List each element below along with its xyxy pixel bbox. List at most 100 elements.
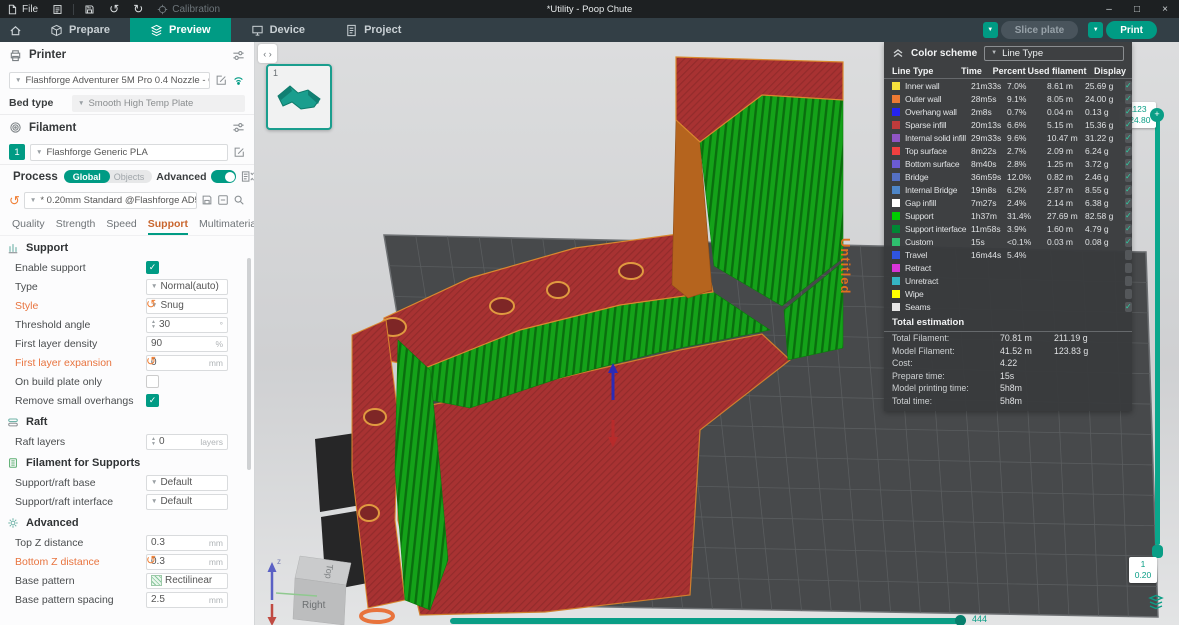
reset-process-icon[interactable]: ↺ [9,194,20,207]
tab-quality[interactable]: Quality [12,218,45,235]
display-checkbox[interactable]: ✓ [1125,132,1132,143]
setting-checkbox[interactable]: ✓ [146,394,159,407]
tab-prepare[interactable]: Prepare [30,18,130,42]
prepare-icon [51,24,62,36]
setting-spinner[interactable]: ▲ ▼ 0 layers [146,433,228,450]
setting-select[interactable]: ▼ Default [146,493,228,510]
setting-input[interactable]: 90% [146,335,228,352]
print-button[interactable]: Print [1106,21,1157,39]
display-checkbox[interactable]: ✓ [1125,236,1132,247]
display-checkbox[interactable]: ✓ [1125,210,1132,221]
slice-plate-button[interactable]: Slice plate [1000,21,1079,39]
tab-strength[interactable]: Strength [56,218,96,235]
view-mode-select[interactable]: ▼ Line Type [984,45,1124,61]
setting-checkbox[interactable]: ✓ [146,375,159,388]
setting-pattern-select[interactable]: Rectilinear [146,572,228,589]
setting-select[interactable]: ▼ Normal(auto) [146,278,228,295]
edit-printer-icon[interactable] [215,74,227,86]
compare-presets-icon[interactable] [241,170,255,183]
layer-slider-track[interactable] [1155,120,1160,545]
line-type-time: 28m5s [971,93,997,104]
collapse-panel-icon[interactable] [892,48,904,58]
print-dropdown-button[interactable]: ▼ [1088,22,1104,38]
printer-preset-select[interactable]: ▼ Flashforge Adventurer 5M Pro 0.4 Nozzl… [9,71,210,89]
setting-spinner[interactable]: ▲ ▼ 30 ° [146,316,228,333]
setting-input[interactable]: 0.3 mm [146,553,228,570]
reset-setting-icon[interactable]: ↺ [146,298,156,310]
step-slider-track[interactable] [450,618,965,624]
setting-select[interactable]: ▼ Snug [146,297,228,314]
display-checkbox[interactable]: ✓ [1125,106,1132,117]
tab-multimaterial[interactable]: Multimaterial [199,218,254,235]
tab-project[interactable]: Project [325,18,421,42]
display-checkbox[interactable]: ✓ [1125,145,1132,156]
display-checkbox[interactable]: ✓ [1125,184,1132,195]
process-preset-select[interactable]: ▼ * 0.20mm Standard @Flashforge AD5… [23,191,197,209]
total-value-1: 5h8m [1000,383,1023,394]
minimize-button[interactable]: – [1095,0,1123,18]
setting-input[interactable]: 0 mm [146,354,228,371]
plate-thumbnail[interactable]: 1 [266,64,332,130]
wifi-icon[interactable] [232,74,245,86]
display-checkbox[interactable]: ✓ [1125,301,1132,312]
collapse-plate-list-button[interactable]: ‹ › [258,44,277,63]
filament-preset-select[interactable]: ▼ Flashforge Generic PLA [30,143,228,161]
line-type-row: Seams ✓ [884,300,1132,313]
printer-section-title: Printer [29,49,67,61]
segment-objects[interactable]: Objects [102,170,153,183]
edit-filament-icon[interactable] [233,146,245,158]
filament-slot-badge[interactable]: 1 [9,144,25,160]
home-button[interactable] [0,18,30,42]
setting-input[interactable]: 2.5 mm [146,591,228,608]
display-checkbox[interactable]: ✓ [1125,262,1132,273]
display-checkbox[interactable]: ✓ [1125,158,1132,169]
calibration-menu[interactable]: Calibration [150,0,227,18]
layer-slider-top-handle[interactable]: + [1150,108,1164,122]
line-type-name: Gap infill [905,197,937,208]
display-checkbox[interactable]: ✓ [1125,223,1132,234]
undo-icon[interactable]: ↺ [102,0,126,18]
bed-type-select[interactable]: ▼ Smooth High Temp Plate [72,94,245,112]
notes-icon[interactable] [45,0,70,18]
line-type-name: Support [905,210,934,221]
display-checkbox[interactable]: ✓ [1125,93,1132,104]
line-type-name: Sparse infill [905,119,947,130]
tab-speed[interactable]: Speed [106,218,136,235]
advanced-toggle[interactable] [211,170,237,183]
display-checkbox[interactable]: ✓ [1125,171,1132,182]
tab-device[interactable]: Device [231,18,325,42]
line-type-row: Retract ✓ [884,261,1132,274]
collapse-options-icon[interactable] [217,194,229,206]
search-settings-icon[interactable] [233,194,245,206]
slicer-window: File ↺ ↻ Calibration *Utility - Poop Chu… [0,0,1179,625]
printer-settings-icon[interactable] [232,49,245,62]
save-preset-icon[interactable] [201,194,213,206]
segment-global[interactable]: Global [63,170,110,183]
setting-checkbox[interactable]: ✓ [146,261,159,274]
reset-setting-icon[interactable]: ↺ [146,554,156,566]
line-type-row: Outer wall 28m5s 9.1% 8.05 m 24.00 g ✓ [884,92,1132,105]
display-checkbox[interactable]: ✓ [1125,119,1132,130]
sidebar-scrollbar[interactable] [247,258,251,470]
file-menu[interactable]: File [0,0,45,18]
display-checkbox[interactable]: ✓ [1125,275,1132,286]
save-icon[interactable] [77,0,102,18]
reset-setting-icon[interactable]: ↺ [146,355,156,367]
setting-input[interactable]: 0.3 mm [146,534,228,551]
tab-preview[interactable]: Preview [129,18,231,42]
display-checkbox[interactable]: ✓ [1125,197,1132,208]
filament-settings-icon[interactable] [232,121,245,134]
step-slider-handle[interactable] [955,615,966,625]
setting-select[interactable]: ▼ Default [146,474,228,491]
slice-dropdown-button[interactable]: ▼ [982,22,998,38]
display-checkbox[interactable]: ✓ [1125,80,1132,91]
redo-icon[interactable]: ↻ [126,0,150,18]
global-objects-segment[interactable]: Global Objects [63,170,153,183]
display-checkbox[interactable]: ✓ [1125,288,1132,299]
display-checkbox[interactable]: ✓ [1125,249,1132,260]
close-button[interactable]: × [1151,0,1179,18]
line-type-weight: 31.22 g [1085,132,1114,143]
tab-support[interactable]: Support [147,218,189,235]
maximize-button[interactable]: □ [1123,0,1151,18]
layers-view-icon[interactable] [1148,593,1164,611]
